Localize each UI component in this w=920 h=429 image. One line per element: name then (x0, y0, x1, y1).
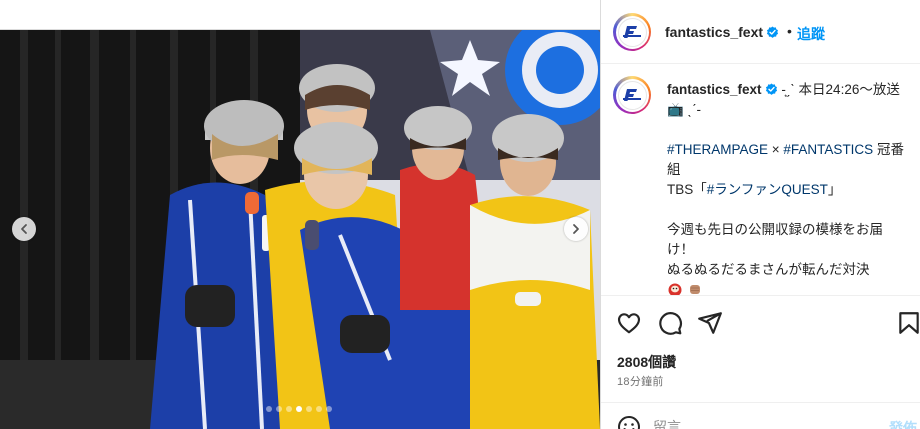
chevron-left-icon (21, 224, 27, 234)
follow-button[interactable]: 追蹤 (797, 24, 825, 44)
caption-avatar[interactable] (613, 76, 651, 114)
hashtag-fantastics[interactable]: #FANTASTICS (783, 142, 873, 157)
header-username-text[interactable]: fantastics_fext (665, 24, 763, 40)
like-count[interactable]: 2808個讚 (617, 352, 676, 372)
smiley-icon[interactable] (617, 415, 641, 429)
chevron-right-icon (573, 224, 579, 234)
carousel-dot (306, 406, 312, 412)
caption-line4-prefix: TBS「 (667, 182, 707, 197)
photo-image (0, 30, 600, 429)
bookmark-icon[interactable] (896, 310, 920, 336)
post-photo[interactable] (0, 30, 600, 429)
comment-input[interactable] (653, 417, 853, 429)
verified-badge-icon (766, 26, 779, 38)
post-header: fantastics_fext • 追蹤 (601, 0, 920, 64)
top-strip-divider (0, 0, 600, 30)
post-timestamp[interactable]: 18分鐘前 (617, 373, 664, 389)
caption-avatar-ring-inner (615, 78, 649, 112)
comment-icon[interactable] (657, 310, 683, 336)
header-separator: • (787, 23, 792, 39)
caption-block: fantastics_fext -͙ˏˋ 本日24:26～放送 📺 ˎˊ- #T… (601, 64, 920, 296)
carousel-dot (286, 406, 292, 412)
comment-bar: 發佈 (601, 402, 920, 429)
caption-username[interactable]: fantastics_fext (667, 82, 762, 97)
carousel-next-button[interactable] (564, 217, 588, 241)
carousel-dot (326, 406, 332, 412)
post-comment-button[interactable]: 發佈 (889, 418, 917, 429)
caption-verified-badge-icon (765, 83, 777, 95)
hashtag-therampage[interactable]: #THERAMPAGE (667, 142, 768, 157)
avatar-ring-inner (615, 15, 649, 49)
caption-fantastics-logo (617, 80, 647, 110)
daruma-emoji-icon (668, 283, 682, 295)
caption-line1: -͙ˏˋ 本日24:26～放送 (781, 82, 900, 97)
caption-line4-suffix: 」 (827, 182, 842, 197)
avatar[interactable] (613, 13, 651, 51)
logo-mark-icon (623, 26, 641, 38)
fantastics-logo (617, 17, 647, 47)
action-bar (601, 310, 920, 340)
header-username[interactable]: fantastics_fext (665, 24, 779, 40)
post-side-panel: fantastics_fext • 追蹤 fantastics_fext -͙ˏ… (600, 0, 920, 429)
caption-line6: ぬるぬるだるまさんが転んだ対決 (667, 262, 870, 277)
caption-text: fantastics_fext -͙ˏˋ 本日24:26～放送 📺 ˎˊ- #T… (667, 80, 907, 295)
caption-logo-mark-icon (623, 89, 641, 101)
caption-line5: 今週も先日の公開収録の模様をお届け！ (667, 222, 883, 257)
caption-cross: × (768, 142, 784, 157)
carousel-dot (276, 406, 282, 412)
hashtag-runfanquest[interactable]: #ランファンQUEST (707, 182, 828, 197)
carousel-prev-button[interactable] (12, 217, 36, 241)
fist-emoji-icon (689, 285, 700, 294)
carousel-dot (316, 406, 322, 412)
carousel-dot (296, 406, 302, 412)
carousel-dot (266, 406, 272, 412)
caption-line2: 📺 ˎˊ- (667, 102, 702, 117)
carousel-dots (266, 406, 332, 412)
heart-icon[interactable] (616, 310, 642, 336)
send-icon[interactable] (697, 310, 723, 336)
